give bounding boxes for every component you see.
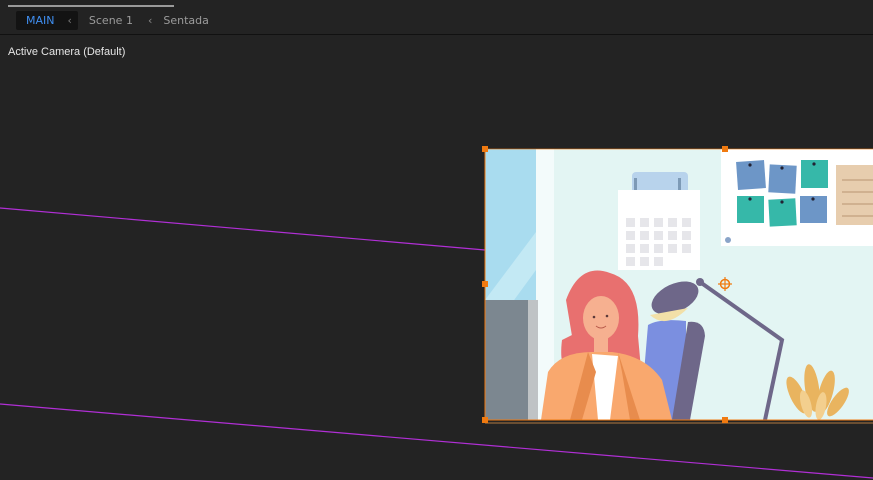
illustration-woman-at-desk[interactable] xyxy=(485,149,873,421)
stage-canvas[interactable] xyxy=(0,0,873,480)
resize-handle-top-center[interactable] xyxy=(722,146,728,152)
resize-handle-middle-left[interactable] xyxy=(482,281,488,287)
resize-handle-top-left[interactable] xyxy=(482,146,488,152)
motion-path-line[interactable] xyxy=(0,207,486,251)
resize-handle-bottom-center[interactable] xyxy=(722,417,728,423)
resize-handle-bottom-left[interactable] xyxy=(482,417,488,423)
